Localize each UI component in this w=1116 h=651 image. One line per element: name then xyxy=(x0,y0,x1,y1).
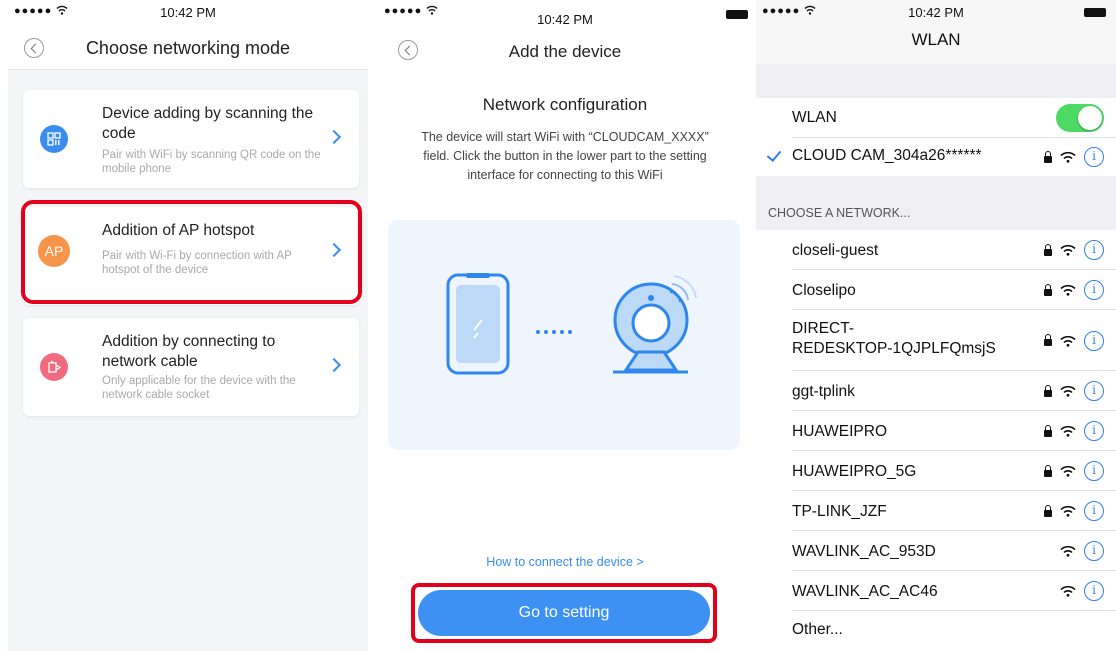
wifi-icon xyxy=(1060,151,1076,163)
wlan-label: WLAN xyxy=(792,109,837,126)
phone-camera-illustration xyxy=(446,273,697,375)
status-time: 10:42 PM xyxy=(537,12,593,27)
wifi-icon xyxy=(1060,425,1076,437)
chevron-right-icon xyxy=(326,357,342,373)
page-title: WLAN xyxy=(911,30,961,49)
screens: ●●●●● 10:42 PM Choose networking mode De… xyxy=(0,0,1116,651)
network-name: ggt-tplink xyxy=(792,383,855,400)
network-icons: i xyxy=(1044,230,1104,270)
network-row[interactable]: HUAWEIPRO_5G i xyxy=(756,451,1116,491)
section-title: Network configuration xyxy=(482,95,648,114)
connected-network-row[interactable]: CLOUD CAM_304a26****** i xyxy=(756,138,1116,176)
lock-icon xyxy=(1044,424,1052,437)
network-icons: i xyxy=(1060,571,1104,611)
lock-icon xyxy=(1044,504,1052,517)
battery-icon xyxy=(1084,8,1106,17)
screen-choose-networking-mode: ●●●●● 10:42 PM Choose networking mode De… xyxy=(8,0,368,651)
info-icon[interactable]: i xyxy=(1084,581,1104,601)
info-icon[interactable]: i xyxy=(1084,147,1104,167)
wlan-toggle[interactable] xyxy=(1056,104,1104,132)
battery-icon xyxy=(726,10,748,19)
lock-icon xyxy=(1044,243,1052,256)
info-icon[interactable]: i xyxy=(1084,280,1104,300)
network-icons: i xyxy=(1044,310,1104,371)
network-row[interactable]: HUAWEIPRO i xyxy=(756,411,1116,451)
wifi-icon xyxy=(1060,244,1076,256)
other-network-row[interactable]: Other... xyxy=(756,611,1116,651)
other-label: Other... xyxy=(792,621,843,638)
screen-wlan-settings: ●●●●● 10:42 PM WLAN WLAN CLOUD CAM_304a2… xyxy=(756,0,1116,651)
network-cable-icon xyxy=(40,353,68,381)
lock-icon xyxy=(1044,384,1052,397)
network-name: HUAWEIPRO xyxy=(792,423,888,440)
info-icon[interactable]: i xyxy=(1084,240,1104,260)
network-row[interactable]: DIRECT- REDESKTOP-1QJPLFQmsjS i xyxy=(756,310,1116,371)
network-icons: i xyxy=(1060,531,1104,571)
network-row[interactable]: WAVLINK_AC_AC46 i xyxy=(756,571,1116,611)
instructions: The device will start WiFi with “CLOUDCA… xyxy=(421,130,709,182)
wlan-toggle-row: WLAN xyxy=(756,98,1116,138)
network-row[interactable]: ggt-tplink i xyxy=(756,371,1116,411)
info-icon[interactable]: i xyxy=(1084,501,1104,521)
status-bar: ●●●●● 10:42 PM xyxy=(756,0,1116,22)
card-description: Only applicable for the device with the … xyxy=(102,375,296,401)
section-gap: CHOOSE A NETWORK... xyxy=(756,176,1116,230)
screen-add-device: ●●●●● 10:42 PM Add the device Network co… xyxy=(378,0,752,651)
info-icon[interactable]: i xyxy=(1084,330,1104,351)
illustration-panel xyxy=(388,220,740,450)
card-title: Addition by connecting to network cable xyxy=(102,333,276,370)
status-time: 10:42 PM xyxy=(160,5,216,20)
chevron-right-icon xyxy=(326,129,342,145)
network-row[interactable]: TP-LINK_JZF i xyxy=(756,491,1116,531)
card-title: Device adding by scanning the code xyxy=(102,105,314,142)
info-icon[interactable]: i xyxy=(1084,381,1104,401)
wifi-icon xyxy=(1060,585,1076,597)
network-row[interactable]: WAVLINK_AC_953D i xyxy=(756,531,1116,571)
card-description: Pair with WiFi by scanning QR code on th… xyxy=(102,149,321,175)
network-row[interactable]: Closelipo i xyxy=(756,270,1116,310)
network-name: WAVLINK_AC_AC46 xyxy=(792,583,938,600)
wifi-icon xyxy=(1060,505,1076,517)
network-icons: i xyxy=(1044,411,1104,451)
network-name: HUAWEIPRO_5G xyxy=(792,463,917,480)
qr-code-icon xyxy=(40,125,68,153)
network-icons: i xyxy=(1044,451,1104,491)
info-icon[interactable]: i xyxy=(1084,421,1104,441)
card-network-cable[interactable]: Addition by connecting to network cable … xyxy=(23,318,359,416)
info-icon[interactable]: i xyxy=(1084,541,1104,561)
highlight-box xyxy=(21,200,362,304)
network-icons: i xyxy=(1044,491,1104,531)
lock-icon xyxy=(1044,464,1052,477)
network-icons: i xyxy=(1044,270,1104,310)
wifi-icon xyxy=(1060,465,1076,477)
network-name: DIRECT- REDESKTOP-1QJPLFQmsjS xyxy=(792,320,996,357)
section-gap xyxy=(756,64,1116,98)
network-name: closeli-guest xyxy=(792,242,879,259)
wifi-icon xyxy=(1060,545,1076,557)
status-time: 10:42 PM xyxy=(908,5,964,20)
page-title: Choose networking mode xyxy=(85,38,291,58)
network-row[interactable]: closeli-guest i xyxy=(756,230,1116,270)
info-icon[interactable]: i xyxy=(1084,461,1104,481)
wifi-icon xyxy=(1060,284,1076,296)
checkmark-icon xyxy=(766,146,782,163)
wifi-icon xyxy=(1060,385,1076,397)
network-icons: i xyxy=(1044,371,1104,411)
card-scan-code[interactable]: Device adding by scanning the code Pair … xyxy=(23,90,359,188)
section-header: CHOOSE A NETWORK... xyxy=(768,206,911,220)
lock-icon xyxy=(1044,150,1052,163)
network-name: CLOUD CAM_304a26****** xyxy=(792,147,982,164)
network-name: TP-LINK_JZF xyxy=(792,503,887,520)
status-bar: ●●●●● 10:42 PM xyxy=(378,0,752,27)
highlight-box xyxy=(411,583,717,643)
status-bar: ●●●●● 10:42 PM xyxy=(8,0,368,22)
network-icons: i xyxy=(1044,138,1104,176)
network-name: Closelipo xyxy=(792,282,856,299)
lock-icon xyxy=(1044,334,1052,346)
how-to-connect-link[interactable]: How to connect the device > xyxy=(378,555,752,569)
network-name: WAVLINK_AC_953D xyxy=(792,543,936,560)
lock-icon xyxy=(1044,283,1052,296)
page-title: Add the device xyxy=(508,42,622,61)
wifi-icon xyxy=(1060,335,1076,347)
